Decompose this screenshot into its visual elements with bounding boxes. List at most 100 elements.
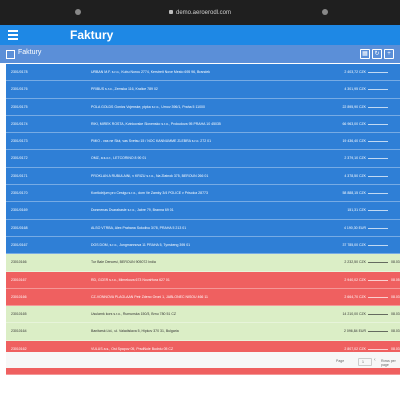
table-row[interactable]: 23010166 CZ-VONNOVA PLAGLAAN Petr Zdeno O… [6, 288, 400, 307]
table-row[interactable]: 2301/0173 PMIO - vas ne Slut, vas Svetsu … [6, 133, 400, 151]
invoice-amount: 14 210,00 CZK [342, 312, 366, 317]
table-row[interactable]: 2301/0169 Donmenas Dvarabasle s.r.o., Jab… [6, 202, 400, 220]
customer-address: VULUS a.s., Ost Spapov 05, PrsdNole Budn… [91, 346, 174, 351]
invoice-number: 23010166 [11, 294, 27, 299]
due-date: 08.03.2 [391, 346, 400, 351]
status-line [368, 227, 388, 229]
due-date: 08.03.2 [391, 329, 400, 334]
customer-address: POLA GOLDS Gonics Vojenske, pipka s.r.o.… [91, 104, 205, 109]
due-date: 08.03.2 [391, 294, 400, 299]
table-row[interactable]: 23010165 Usularnk kors s.r.o., Rumunska 1… [6, 306, 400, 324]
invoice-amount: 22 895,90 CZK [342, 104, 366, 109]
status-line [368, 72, 388, 73]
page-title: Faktury [70, 28, 114, 42]
status-line [368, 262, 388, 264]
status-line [368, 106, 388, 108]
status-line [368, 175, 388, 177]
table-row[interactable]: 23010166 Tur Bale Dencesi, BEROUN 905072 … [6, 254, 400, 272]
invoice-amount: 58 888,15 CZK [342, 191, 366, 196]
invoice-number: 23010167 [11, 277, 27, 282]
prev-page-icon[interactable]: ‹ [374, 357, 376, 363]
table-row[interactable]: 2301/0170 Kontkdrijum pro Cestgu s.r.o., … [6, 185, 400, 203]
invoice-amount: 19 436,40 CZK [342, 139, 366, 144]
invoice-number: 2301/0168 [11, 225, 28, 230]
customer-address: PROKLAN A RUBULAINI, v KRIZU s.r.o., Na … [91, 173, 209, 178]
status-line [368, 158, 388, 160]
customer-address: PMIO - vas ne Slut, vas Svetsu 15 / NOC … [91, 139, 212, 144]
invoice-amount: 66 963,00 CZK [342, 121, 366, 126]
status-line [368, 314, 388, 316]
invoice-number: 2301/0178 [11, 70, 28, 74]
status-line [368, 296, 388, 298]
status-line [368, 193, 388, 195]
lock-icon [168, 10, 173, 15]
section-title: Faktury [18, 49, 42, 56]
menu-icon[interactable] [8, 30, 18, 40]
table-row[interactable]: 2301/0175 POLA GOLDS Gonics Vojenske, pip… [6, 98, 400, 116]
invoice-amount: 2 379,10 CZK [344, 156, 366, 161]
customer-address: URBAN M.F. s.r.o., Kubu Norou 2774, Kers… [91, 70, 211, 74]
invoice-amount: 37 785,00 CZK [342, 242, 366, 247]
status-line [368, 331, 388, 333]
invoice-number: 2301/0175 [11, 104, 28, 109]
section-header: Faktury ▦ ↻ + [0, 45, 400, 63]
table-icon[interactable]: ▦ [360, 49, 370, 59]
invoice-number: 2301/0172 [11, 156, 28, 161]
invoice-number: 2301/0174 [11, 121, 28, 126]
table-row[interactable]: 2301/0174 RIKI, MIREK ROSTA, Kvinkovske S… [6, 115, 400, 134]
invoice-number: 2301/0176 [11, 87, 28, 92]
customer-address: OMZ, a.s.o.r., LETCORINO 8 90 01 [91, 156, 147, 161]
list-icon [6, 50, 15, 59]
invoice-number: 23010165 [11, 312, 27, 317]
status-line [368, 141, 388, 143]
invoice-amount: 4 301,95 CZK [344, 87, 366, 92]
status-line [368, 244, 388, 246]
add-icon[interactable]: + [384, 49, 394, 59]
customer-address: Kontkdrijum pro Cestgu s.r.o., dom Ve Za… [91, 191, 208, 196]
page-label: Page [336, 359, 345, 363]
status-line [368, 89, 388, 91]
address-bar[interactable]: demo.aeroerodl.com [0, 10, 400, 16]
table-row[interactable]: 2301/0171 PROKLAN A RUBULAINI, v KRIZU s.… [6, 167, 400, 186]
invoice-amount: 151,31 CZK [347, 208, 366, 213]
due-date: 08.05.2 [391, 277, 400, 282]
table-row[interactable]: 2301/0176 PRIBUS s.r.o., Zemska 116, Kral… [6, 81, 400, 99]
customer-address: Banitarsk Ltd., ul. Valadislava 5, Hipko… [91, 329, 179, 334]
customer-address: RD, GCER s.r.o., Mimekova 673 NovaHora 6… [91, 277, 170, 282]
status-line [368, 123, 388, 125]
url-text: demo.aeroerodl.com [175, 10, 232, 16]
customer-address: Tur Bale Dencesi, BEROUN 905072 India [91, 260, 156, 265]
invoice-number: 23010166 [11, 260, 27, 265]
customer-address: PRIBUS s.r.o., Zemska 116, Kralice 789 0… [91, 87, 158, 92]
table-row[interactable]: 2301/0168 ALSO VTRBA, Alex Prahana Sokoli… [6, 219, 400, 237]
invoice-number: 2301/0173 [11, 139, 28, 144]
table-row[interactable]: 2301/0178 URBAN M.F. s.r.o., Kubu Norou 2… [6, 64, 400, 82]
customer-address: Usularnk kors s.r.o., Rumunska 150/3, Br… [91, 312, 177, 317]
customer-address: RIKI, MIREK ROSTA, Kvinkovske Slovensko … [91, 121, 221, 126]
invoice-number: 23010162 [11, 346, 27, 351]
customer-address: ALSO VTRBA, Alex Prahana Sokolivu 3/78, … [91, 225, 187, 230]
table-row[interactable]: 2301/0172 OMZ, a.s.o.r., LETCORINO 8 90 0… [6, 150, 400, 168]
invoice-number: 2301/0170 [11, 191, 28, 196]
refresh-icon[interactable]: ↻ [372, 49, 382, 59]
rows-per-page-label: Rows per page [381, 359, 396, 367]
table-row[interactable]: 23010167 RD, GCER s.r.o., Mimekova 673 No… [6, 271, 400, 289]
customer-address: CZ-VONNOVA PLAGLAAN Petr Zdeno Oroni 1, … [91, 294, 208, 299]
status-line [368, 279, 388, 281]
invoice-number: 23010164 [11, 329, 27, 334]
invoice-amount: 2 096,84 EUR [344, 329, 366, 334]
invoice-amount: 2 232,50 CZK [344, 260, 366, 265]
customer-address: DOS DOM, s.r.o., Jungmannova 11 PRAHA 5,… [91, 242, 191, 247]
invoice-amount: 4 190,30 EUR [344, 225, 366, 230]
invoice-amount: 2 403,72 CZK [344, 70, 366, 74]
customer-address: Donmenas Dvarabasle s.r.o., Jabre 79, Br… [91, 208, 174, 213]
page-number: 1 [362, 360, 364, 364]
browser-chrome: demo.aeroerodl.com [0, 0, 400, 25]
invoice-number: 2301/0169 [11, 208, 28, 213]
app-header: Faktury [0, 25, 400, 45]
invoice-number: 2301/0171 [11, 173, 28, 178]
table-row[interactable]: 2301/0167 DOS DOM, s.r.o., Jungmannova 11… [6, 236, 400, 255]
table-row[interactable]: 23010164 Banitarsk Ltd., ul. Valadislava … [6, 323, 400, 341]
page-input[interactable]: 1 [358, 358, 372, 366]
invoice-amount: 2 940,02 CZK [344, 277, 366, 282]
